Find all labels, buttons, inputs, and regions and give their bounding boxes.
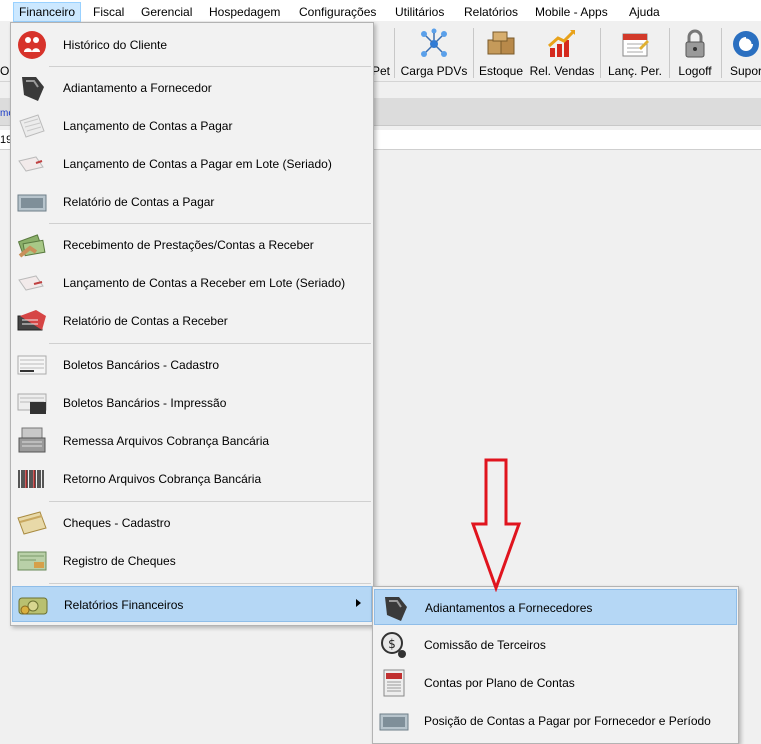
check-record-icon (17, 551, 47, 571)
logoff-button[interactable]: Logoff (672, 24, 718, 80)
menu-item-historico-cliente[interactable]: Histórico do Cliente (12, 27, 372, 63)
money-receive-icon (17, 234, 46, 258)
menu-separator (49, 583, 371, 584)
menu-item-recebimento-prestacoes[interactable]: Recebimento de Prestações/Contas a Receb… (12, 227, 372, 263)
menu-configuracoes[interactable]: Configurações (299, 3, 376, 21)
menu-hospedagem[interactable]: Hospedagem (209, 3, 280, 21)
menu-item-relatorio-contas-pagar[interactable]: Relatório de Contas a Pagar (12, 184, 372, 220)
submenu-item-comissao-terceiros[interactable]: $ Comissão de Terceiros (374, 627, 737, 663)
submenu-item-adiantamentos-fornecedores[interactable]: Adiantamentos a Fornecedores (374, 589, 737, 625)
menu-item-registro-cheques[interactable]: Registro de Cheques (12, 543, 372, 579)
menu-separator (49, 343, 371, 344)
annotation-arrow-icon (470, 458, 522, 592)
menu-item-lancamento-contas-receber-lote[interactable]: Lançamento de Contas a Receber em Lote (… (12, 265, 372, 301)
menu-item-boletos-impressao[interactable]: Boletos Bancários - Impressão (12, 385, 372, 421)
check-register-icon (17, 511, 47, 535)
supplier-advance-icon (22, 77, 44, 101)
padlock-icon (685, 29, 705, 58)
menu-ajuda[interactable]: Ajuda (629, 3, 660, 21)
payable-batch-icon (18, 156, 44, 172)
financeiro-dropdown: Histórico do Cliente Adiantamento a Forn… (10, 22, 374, 626)
chart-of-accounts-icon (383, 669, 405, 697)
boxes-icon (487, 31, 515, 55)
menu-item-adiantamento-fornecedor[interactable]: Adiantamento a Fornecedor (12, 70, 372, 106)
commission-icon: $ (381, 632, 406, 658)
menu-fiscal[interactable]: Fiscal (93, 3, 124, 21)
menu-utilitarios[interactable]: Utilitários (395, 3, 444, 21)
menu-item-remessa-arquivos[interactable]: Remessa Arquivos Cobrança Bancária (12, 423, 372, 459)
menu-separator (49, 66, 371, 67)
menu-mobile-apps[interactable]: Mobile - Apps (535, 3, 608, 21)
menubar: Financeiro Fiscal Gerencial Hospedagem C… (0, 0, 761, 22)
menu-item-cheques-cadastro[interactable]: Cheques - Cadastro (12, 505, 372, 541)
toolbar-separator (473, 28, 474, 78)
menu-financeiro[interactable]: Financeiro (13, 2, 82, 22)
menu-separator (49, 501, 371, 502)
chart-up-icon (548, 29, 576, 57)
rel-vendas-button[interactable]: Rel. Vendas (528, 24, 596, 80)
menu-item-lancamento-contas-pagar[interactable]: Lançamento de Contas a Pagar (12, 108, 372, 144)
calendar-icon (622, 33, 649, 57)
payable-entry-icon (19, 114, 45, 138)
toolbar-separator (394, 28, 395, 78)
bank-slip-print-icon (17, 393, 47, 414)
bank-send-file-icon (18, 427, 46, 453)
estoque-button[interactable]: Estoque (476, 24, 526, 80)
menu-gerencial[interactable]: Gerencial (141, 3, 192, 21)
financial-reports-icon (18, 597, 48, 615)
toolbar-separator (721, 28, 722, 78)
submenu-item-posicao-contas-pagar[interactable]: Posição de Contas a Pagar por Fornecedor… (374, 703, 737, 739)
toolbar-pet-partial-label[interactable]: Pet (372, 64, 390, 78)
network-icon (421, 28, 447, 57)
suporte-button[interactable]: Supor (724, 24, 761, 80)
carga-pdvs-button[interactable]: Carga PDVs (398, 24, 470, 80)
menu-item-relatorios-financeiros[interactable]: Relatórios Financeiros (12, 586, 372, 622)
receivable-report-icon (17, 310, 46, 331)
menu-item-relatorio-contas-receber[interactable]: Relatório de Contas a Receber (12, 303, 372, 339)
menu-item-lancamento-contas-pagar-lote[interactable]: Lançamento de Contas a Pagar em Lote (Se… (12, 146, 372, 182)
svg-text:$: $ (388, 637, 396, 651)
customer-history-icon (18, 31, 46, 59)
menu-item-boletos-cadastro[interactable]: Boletos Bancários - Cadastro (12, 347, 372, 383)
payable-report-icon (17, 194, 47, 212)
submenu-arrow-icon (356, 599, 361, 607)
menu-separator (49, 223, 371, 224)
payable-position-icon (379, 713, 409, 731)
menu-relatorios[interactable]: Relatórios (464, 3, 518, 21)
relatorios-financeiros-submenu: Adiantamentos a Fornecedores $ Comissão … (372, 586, 739, 744)
toolbar-separator (600, 28, 601, 78)
lanc-per-button[interactable]: Lanç. Per. (603, 24, 667, 80)
supplier-advances-icon (385, 597, 407, 621)
support-icon (733, 31, 759, 57)
bank-slip-register-icon (17, 355, 47, 375)
barcode-icon (18, 470, 44, 488)
menu-item-retorno-arquivos[interactable]: Retorno Arquivos Cobrança Bancária (12, 461, 372, 497)
submenu-item-contas-plano-contas[interactable]: Contas por Plano de Contas (374, 665, 737, 701)
receivable-batch-icon (18, 275, 44, 291)
toolbar-separator (669, 28, 670, 78)
